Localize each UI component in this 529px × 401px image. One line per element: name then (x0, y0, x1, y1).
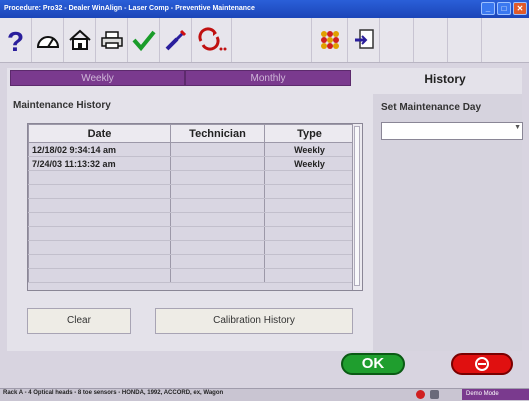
table-row-empty (28, 226, 355, 241)
maximize-button[interactable]: □ (497, 2, 511, 15)
column-header-type[interactable]: Type (264, 124, 355, 143)
tab-monthly[interactable]: Monthly (185, 70, 351, 86)
table-row-empty (28, 212, 355, 227)
cell-technician (170, 156, 265, 171)
printer-icon (100, 31, 123, 49)
set-maintenance-day-title: Set Maintenance Day (381, 102, 482, 113)
refresh-button[interactable] (192, 18, 232, 62)
toolbar-slot (448, 18, 482, 62)
gauge-button[interactable] (32, 18, 64, 62)
gauge-icon (36, 36, 59, 48)
checkmark-icon (131, 30, 156, 52)
alert-icon (416, 390, 425, 399)
history-table: Date Technician Type 12/18/02 9:34:14 am… (27, 123, 363, 291)
svg-text:?: ? (7, 26, 24, 55)
check-button[interactable] (128, 18, 160, 62)
table-row-empty (28, 240, 355, 255)
cell-date: 7/24/03 11:13:32 am (28, 156, 171, 171)
ok-button[interactable]: OK (341, 353, 405, 375)
toolbar-spacer (232, 18, 312, 62)
toolbar-slot (380, 18, 414, 62)
wrench-icon (165, 29, 186, 51)
close-button[interactable]: ✕ (513, 2, 527, 15)
tab-weekly[interactable]: Weekly (10, 70, 185, 86)
refresh-icon (197, 27, 226, 51)
status-bar: Rack A - 4 Optical heads - 8 toe sensors… (0, 388, 529, 401)
status-text: Rack A - 4 Optical heads - 8 toe sensors… (3, 390, 224, 396)
table-row[interactable]: 7/24/03 11:13:32 am Weekly (28, 156, 355, 171)
column-header-date[interactable]: Date (28, 124, 171, 143)
dropdown-arrow-icon[interactable]: ▼ (514, 124, 521, 131)
cell-type: Weekly (264, 142, 355, 157)
maintenance-day-panel: Set Maintenance Day ▼ (373, 94, 523, 351)
table-header-row: Date Technician Type (28, 124, 355, 143)
connection-icon (430, 390, 439, 399)
window-title: Procedure: Pro32 - Dealer WinAlign - Las… (4, 5, 255, 12)
table-row-empty (28, 170, 355, 185)
help-button[interactable]: ? (0, 18, 32, 62)
scrollbar-thumb[interactable] (354, 126, 360, 286)
table-row-empty (28, 254, 355, 269)
calibration-history-button[interactable]: Calibration History (155, 308, 353, 334)
help-icon: ? (7, 26, 24, 55)
table-row-empty (28, 184, 355, 199)
home-button[interactable] (64, 18, 96, 62)
table-row-empty (28, 198, 355, 213)
tools-button[interactable] (160, 18, 192, 62)
clear-button[interactable]: Clear (27, 308, 131, 334)
export-icon (354, 29, 374, 49)
export-button[interactable] (348, 18, 380, 62)
tab-history[interactable]: History (390, 72, 500, 86)
title-bar: Procedure: Pro32 - Dealer WinAlign - Las… (0, 0, 529, 18)
cell-technician (170, 142, 265, 157)
table-row-empty (28, 268, 355, 283)
maintenance-panel: Weekly Monthly History Maintenance Histo… (7, 68, 523, 351)
maintenance-history-title: Maintenance History (13, 100, 111, 111)
minimize-button[interactable]: _ (481, 2, 495, 15)
home-icon (68, 29, 91, 50)
print-button[interactable] (96, 18, 128, 62)
maintenance-day-select[interactable]: ▼ (381, 122, 523, 140)
toolbar: ? (0, 18, 529, 63)
settings-icon (320, 31, 339, 49)
toolbar-slot (414, 18, 448, 62)
mode-badge: Demo Mode (462, 389, 529, 400)
cell-type: Weekly (264, 156, 355, 171)
column-header-technician[interactable]: Technician (170, 124, 265, 143)
settings-button[interactable] (312, 18, 348, 62)
table-row[interactable]: 12/18/02 9:34:14 am Weekly (28, 142, 355, 157)
window-controls: _ □ ✕ (481, 2, 527, 15)
cancel-icon (475, 357, 489, 371)
table-scrollbar[interactable] (352, 124, 362, 290)
cancel-button[interactable] (451, 353, 513, 375)
cell-date: 12/18/02 9:34:14 am (28, 142, 171, 157)
